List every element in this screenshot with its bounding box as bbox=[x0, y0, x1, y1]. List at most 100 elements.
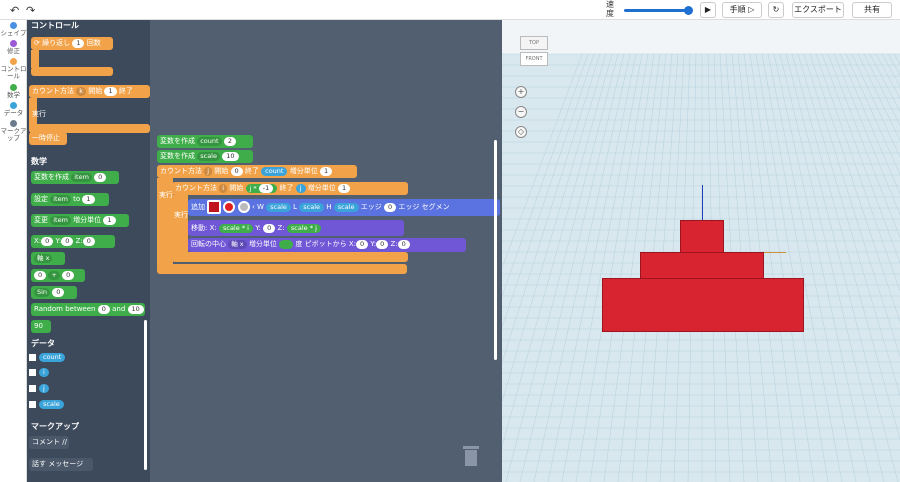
rotate-block[interactable]: 回転の中心 軸 x 増分単位 度 ピボットから X: 0 Y: 0 Z: 0 bbox=[188, 238, 466, 252]
add-shape-block[interactable]: 追加 ‹ W scale L scale H scale エッジ 0 エッジ セ… bbox=[188, 199, 500, 216]
move-z-j[interactable]: j bbox=[315, 224, 317, 232]
reset-button[interactable]: ↻ bbox=[768, 2, 784, 18]
start-expr[interactable]: j * -1 bbox=[245, 183, 278, 193]
share-button[interactable]: 共有 bbox=[852, 2, 892, 18]
start-j[interactable]: j bbox=[250, 184, 252, 192]
arith-op-dropdown[interactable]: + bbox=[48, 270, 60, 280]
axis-block[interactable]: 軸 x bbox=[31, 252, 65, 265]
var-j[interactable]: j bbox=[39, 384, 49, 393]
end-count-var[interactable]: count bbox=[261, 166, 288, 176]
create-scale-block[interactable]: 変数を作成 scale 10 bbox=[157, 150, 253, 163]
sin-block[interactable]: Sin 0 bbox=[31, 286, 77, 299]
workspace-scrollbar[interactable] bbox=[494, 140, 497, 360]
create-var-block[interactable]: 変数を作成 item 0 bbox=[31, 171, 119, 184]
count-var-dropdown[interactable]: count bbox=[197, 136, 222, 146]
start-neg[interactable]: -1 bbox=[258, 183, 274, 193]
create-count-block[interactable]: 変数を作成 count 2 bbox=[157, 135, 253, 148]
speed-slider-knob[interactable] bbox=[684, 6, 693, 15]
edge-value[interactable]: 0 bbox=[383, 202, 397, 212]
shape-cube[interactable] bbox=[640, 252, 764, 280]
y-value[interactable]: 0 bbox=[61, 236, 74, 246]
x-value[interactable]: 0 bbox=[41, 236, 54, 246]
count-value[interactable]: 2 bbox=[223, 136, 236, 146]
increment-value[interactable]: 1 bbox=[337, 183, 351, 193]
xyz-block[interactable]: X: 0 Y: 0 Z: 0 bbox=[31, 235, 115, 248]
h-scale[interactable]: scale bbox=[333, 202, 359, 212]
move-x-scale[interactable]: scale bbox=[223, 224, 240, 232]
z-value[interactable]: 0 bbox=[82, 236, 95, 246]
count-i-block[interactable]: カウント方法 i 開始 j * -1 終了 j 増分単位 1 bbox=[172, 182, 408, 195]
move-x-expr[interactable]: scale * i bbox=[218, 223, 253, 233]
l-scale[interactable]: scale bbox=[299, 202, 325, 212]
set-item-dropdown[interactable]: item bbox=[50, 194, 71, 204]
count-var-dropdown[interactable]: k bbox=[76, 86, 86, 96]
flyout-scrollbar[interactable] bbox=[144, 320, 147, 470]
move-y-value[interactable]: 0 bbox=[263, 223, 276, 233]
undo-icon[interactable]: ↶ bbox=[10, 4, 19, 17]
redo-icon[interactable]: ↷ bbox=[26, 4, 35, 17]
say-block[interactable]: 話す メッセージ bbox=[29, 458, 93, 471]
3d-viewport[interactable]: TOP FRONT + − ◇ bbox=[502, 20, 900, 482]
hole-icon[interactable] bbox=[237, 201, 250, 213]
var-checkbox[interactable] bbox=[29, 385, 36, 392]
sin-value[interactable]: 0 bbox=[52, 287, 65, 297]
category-math[interactable]: 数学 bbox=[0, 84, 27, 99]
var-checkbox[interactable] bbox=[29, 401, 36, 408]
set-value[interactable]: 1 bbox=[82, 194, 95, 204]
pivot-x[interactable]: 0 bbox=[355, 239, 369, 249]
axis-dropdown[interactable]: 軸 x bbox=[34, 253, 53, 263]
move-z-op[interactable]: * bbox=[310, 224, 313, 232]
rotate-degree-value[interactable] bbox=[279, 239, 294, 249]
arith-b[interactable]: 0 bbox=[62, 270, 75, 280]
shape-cube[interactable] bbox=[680, 220, 724, 254]
move-z-scale[interactable]: scale bbox=[291, 224, 308, 232]
scale-var-dropdown[interactable]: scale bbox=[197, 151, 220, 161]
var-scale[interactable]: scale bbox=[39, 400, 64, 409]
step-button[interactable]: 手順 ▷ bbox=[722, 2, 762, 18]
var-checkbox[interactable] bbox=[29, 354, 36, 361]
random-b[interactable]: 10 bbox=[127, 304, 144, 314]
increment-value[interactable]: 1 bbox=[319, 166, 333, 176]
speed-slider[interactable] bbox=[624, 6, 693, 15]
category-control[interactable]: コントロール bbox=[0, 58, 27, 80]
pivot-y[interactable]: 0 bbox=[376, 239, 389, 249]
view-cube-top[interactable]: TOP bbox=[520, 36, 548, 50]
number-block[interactable]: 90 bbox=[31, 320, 51, 333]
w-scale[interactable]: scale bbox=[266, 202, 291, 212]
var-checkbox[interactable] bbox=[29, 369, 36, 376]
move-x-op[interactable]: * bbox=[242, 224, 245, 232]
move-x-i[interactable]: i bbox=[247, 224, 249, 232]
category-modify[interactable]: 修正 bbox=[0, 40, 27, 55]
move-block[interactable]: 移動: X: scale * i Y: 0 Z: scale * j bbox=[188, 220, 404, 236]
pivot-z[interactable]: 0 bbox=[397, 239, 410, 249]
create-var-value[interactable]: 0 bbox=[94, 172, 107, 182]
move-z-expr[interactable]: scale * j bbox=[286, 223, 321, 233]
arith-a[interactable]: 0 bbox=[34, 270, 47, 280]
var-row-count[interactable]: count bbox=[29, 353, 66, 364]
color-icon[interactable] bbox=[223, 201, 236, 213]
arith-block[interactable]: 0 + 0 bbox=[31, 269, 85, 282]
repeat-count[interactable]: 1 bbox=[72, 38, 85, 48]
export-button[interactable]: エクスポート bbox=[792, 2, 844, 18]
change-value[interactable]: 1 bbox=[103, 215, 116, 225]
category-data[interactable]: データ bbox=[0, 102, 27, 117]
start-value[interactable]: 1 bbox=[104, 86, 117, 96]
play-button[interactable]: ▶ bbox=[700, 2, 716, 18]
count-with-block[interactable]: カウント方法 k 開始 1 終了 bbox=[29, 85, 150, 98]
view-cube[interactable]: TOP FRONT bbox=[520, 36, 548, 68]
zoom-minus-icon[interactable]: − bbox=[515, 106, 527, 118]
view-cube-front[interactable]: FRONT bbox=[520, 52, 548, 66]
var-i[interactable]: i bbox=[39, 368, 49, 377]
collapse-icon[interactable]: ‹ bbox=[252, 203, 255, 211]
i-var-dropdown[interactable]: i bbox=[219, 183, 228, 193]
var-row-scale[interactable]: scale bbox=[29, 400, 64, 411]
start-value[interactable]: 0 bbox=[230, 166, 243, 176]
category-shapes[interactable]: シェイプ bbox=[0, 22, 27, 37]
var-row-i[interactable]: i bbox=[29, 368, 49, 379]
sin-dropdown[interactable]: Sin bbox=[34, 287, 51, 297]
var-count[interactable]: count bbox=[39, 353, 66, 362]
fit-view-icon[interactable]: ◇ bbox=[515, 126, 527, 138]
category-markup[interactable]: マークアップ bbox=[0, 120, 27, 142]
random-a[interactable]: 0 bbox=[97, 304, 110, 314]
random-block[interactable]: Random between 0 and 10 bbox=[31, 303, 145, 316]
